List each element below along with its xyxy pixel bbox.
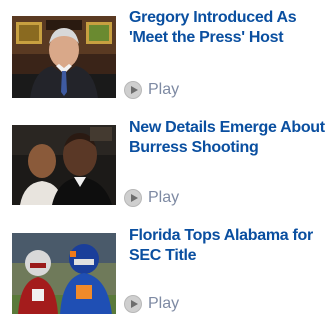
play-label: Play	[148, 81, 180, 98]
play-button[interactable]: Play	[124, 187, 179, 209]
play-icon	[124, 295, 142, 313]
football-thumbnail[interactable]	[12, 233, 116, 314]
play-icon	[124, 189, 142, 207]
play-label: Play	[148, 189, 180, 206]
play-button[interactable]: Play	[124, 293, 179, 314]
play-label: Play	[148, 295, 180, 312]
play-icon	[124, 81, 142, 99]
video-list: Gregory Introduced As 'Meet the Press' H…	[0, 0, 327, 314]
headline-link[interactable]: Florida Tops Alabama for SEC Title	[129, 226, 325, 266]
news-anchor-thumbnail[interactable]	[12, 16, 116, 98]
play-button[interactable]: Play	[124, 79, 179, 101]
burress-thumbnail[interactable]	[12, 125, 116, 205]
headline-link[interactable]: New Details Emerge About Burress Shootin…	[129, 118, 325, 158]
headline-link[interactable]: Gregory Introduced As 'Meet the Press' H…	[129, 8, 325, 48]
